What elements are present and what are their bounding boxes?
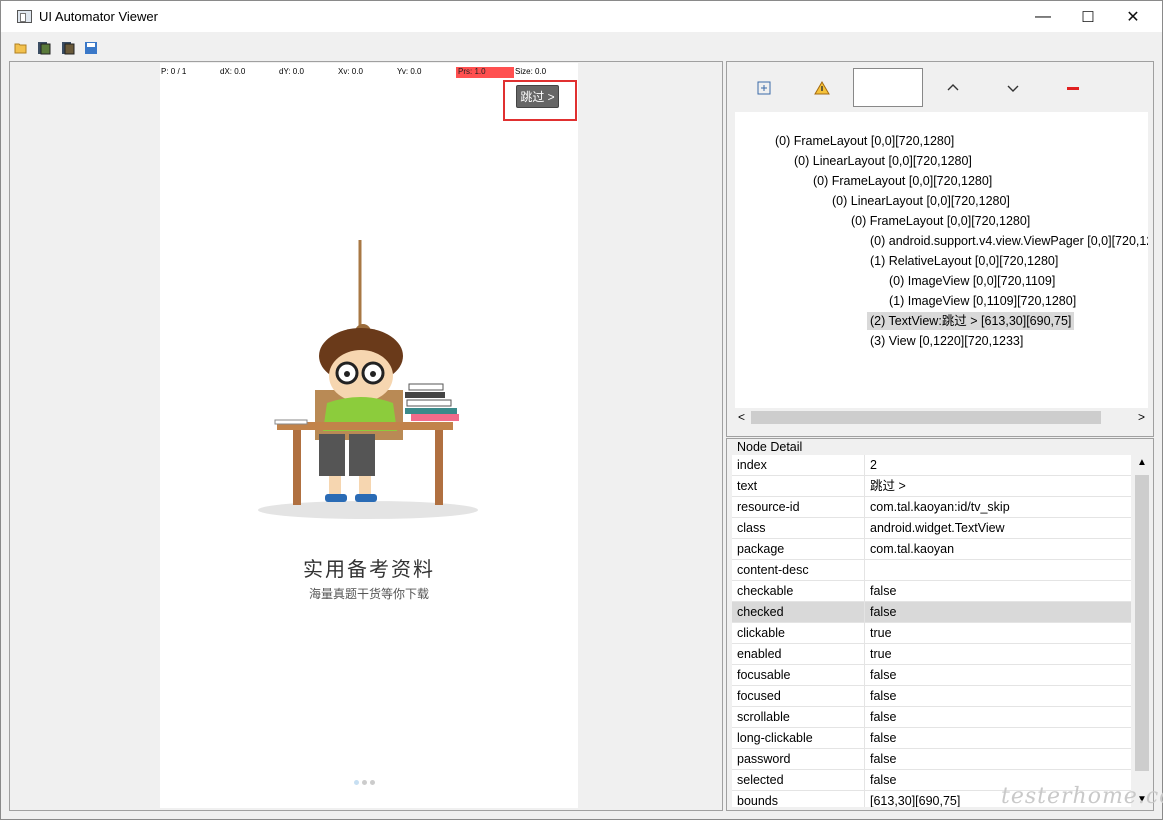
- status-prs: Prs: 1.0: [456, 67, 514, 78]
- table-row-selected[interactable]: checked false: [732, 602, 1131, 623]
- table-row[interactable]: enabled true: [732, 644, 1131, 665]
- page-indicator: [354, 774, 378, 788]
- status-yv: Yv: 0.0: [397, 67, 422, 76]
- table-row[interactable]: focused false: [732, 686, 1131, 707]
- device-screenshot-compressed-icon[interactable]: [61, 41, 75, 55]
- detail-vertical-scrollbar[interactable]: ▲ ▼: [1133, 455, 1151, 807]
- tree-node[interactable]: (0) FrameLayout [0,0][720,1280]: [772, 132, 957, 150]
- tree-node[interactable]: (1) RelativeLayout [0,0][720,1280]: [867, 252, 1061, 270]
- status-xv: Xv: 0.0: [338, 67, 363, 76]
- status-dx: dX: 0.0: [220, 67, 246, 76]
- save-icon[interactable]: [84, 41, 98, 55]
- tree-node[interactable]: (1) ImageView [0,1109][720,1280]: [886, 292, 1079, 310]
- node-detail-pane: Node Detail index 2 text 跳过 > resource-id c…: [726, 438, 1154, 811]
- page-dot: [370, 780, 375, 785]
- tree-node[interactable]: (0) android.support.v4.view.ViewPager [0…: [867, 232, 1148, 250]
- hierarchy-pane: (0) FrameLayout [0,0][720,1280] (0) Line…: [726, 61, 1154, 437]
- down-arrow-icon[interactable]: [1005, 80, 1021, 96]
- tree-node[interactable]: (0) FrameLayout [0,0][720,1280]: [810, 172, 995, 190]
- warning-icon[interactable]: [814, 80, 830, 96]
- up-arrow-icon[interactable]: [945, 80, 961, 96]
- hero-title: 实用备考资料: [303, 559, 435, 581]
- tree-node[interactable]: (0) ImageView [0,0][720,1109]: [886, 272, 1058, 290]
- scroll-thumb[interactable]: [751, 411, 1101, 424]
- search-field[interactable]: [853, 68, 923, 107]
- screenshot-pane: P: 0 / 1 dX: 0.0 dY: 0.0 Xv: 0.0 Yv: 0.0…: [9, 61, 723, 811]
- status-p: P: 0 / 1: [161, 67, 187, 76]
- page-dot: [362, 780, 367, 785]
- tree-node[interactable]: (0) LinearLayout [0,0][720,1280]: [829, 192, 1013, 210]
- hierarchy-tree: (0) FrameLayout [0,0][720,1280] (0) Line…: [735, 112, 1148, 408]
- hero-subtitle: 海量真题干货等你下载: [308, 587, 429, 601]
- app-icon: [17, 10, 32, 23]
- table-row[interactable]: index 2: [732, 455, 1131, 476]
- scroll-left-icon[interactable]: <: [738, 410, 745, 424]
- node-detail-table: index 2 text 跳过 > resource-id com.tal.kaoya…: [732, 455, 1131, 807]
- minimize-button[interactable]: —: [1020, 1, 1066, 32]
- app-window: UI Automator Viewer — ☐ ✕ P: 0 / 1 dX: 0…: [0, 0, 1163, 820]
- tree-node-selected[interactable]: (2) TextView:跳过 > [613,30][690,75]: [867, 312, 1075, 330]
- table-row[interactable]: focusable false: [732, 665, 1131, 686]
- minus-icon[interactable]: [1065, 80, 1081, 96]
- window-title: UI Automator Viewer: [39, 9, 158, 24]
- watermark: testerhome.com: [1001, 784, 1163, 809]
- node-detail-label: Node Detail: [737, 440, 803, 454]
- table-row[interactable]: clickable true: [732, 623, 1131, 644]
- table-row[interactable]: content-desc: [732, 560, 1131, 581]
- student-illustration: [258, 240, 478, 519]
- table-row[interactable]: resource-id com.tal.kaoyan:id/tv_skip: [732, 497, 1131, 518]
- table-row[interactable]: package com.tal.kaoyan: [732, 539, 1131, 560]
- table-row[interactable]: password false: [732, 749, 1131, 770]
- toolbar: [1, 37, 121, 59]
- close-button[interactable]: ✕: [1110, 1, 1156, 32]
- scroll-right-icon[interactable]: >: [1138, 410, 1145, 424]
- table-row[interactable]: scrollable false: [732, 707, 1131, 728]
- page-dot: [354, 780, 359, 785]
- status-size: Size: 0.0: [515, 67, 547, 76]
- table-row[interactable]: text 跳过 >: [732, 476, 1131, 497]
- tree-node[interactable]: (3) View [0,1220][720,1233]: [867, 332, 1026, 350]
- table-row[interactable]: checkable false: [732, 581, 1131, 602]
- device-screenshot-icon[interactable]: [37, 41, 51, 55]
- tree-node[interactable]: (0) LinearLayout [0,0][720,1280]: [791, 152, 975, 170]
- tree-horizontal-scrollbar[interactable]: < >: [735, 409, 1148, 427]
- table-row[interactable]: long-clickable false: [732, 728, 1131, 749]
- title-bar: UI Automator Viewer — ☐ ✕: [1, 1, 1162, 32]
- scroll-thumb[interactable]: [1135, 475, 1149, 771]
- tree-toolbar: [727, 62, 1153, 110]
- tree-node[interactable]: (0) FrameLayout [0,0][720,1280]: [848, 212, 1033, 230]
- table-row[interactable]: class android.widget.TextView: [732, 518, 1131, 539]
- device-screen[interactable]: P: 0 / 1 dX: 0.0 dY: 0.0 Xv: 0.0 Yv: 0.0…: [160, 63, 578, 808]
- maximize-button[interactable]: ☐: [1065, 1, 1111, 32]
- status-row: P: 0 / 1 dX: 0.0 dY: 0.0 Xv: 0.0 Yv: 0.0…: [160, 67, 578, 78]
- open-folder-icon[interactable]: [14, 41, 28, 55]
- expand-all-icon[interactable]: [756, 80, 772, 96]
- scroll-up-icon[interactable]: ▲: [1137, 457, 1147, 468]
- selection-highlight-box: [503, 80, 577, 121]
- status-dy: dY: 0.0: [279, 67, 304, 76]
